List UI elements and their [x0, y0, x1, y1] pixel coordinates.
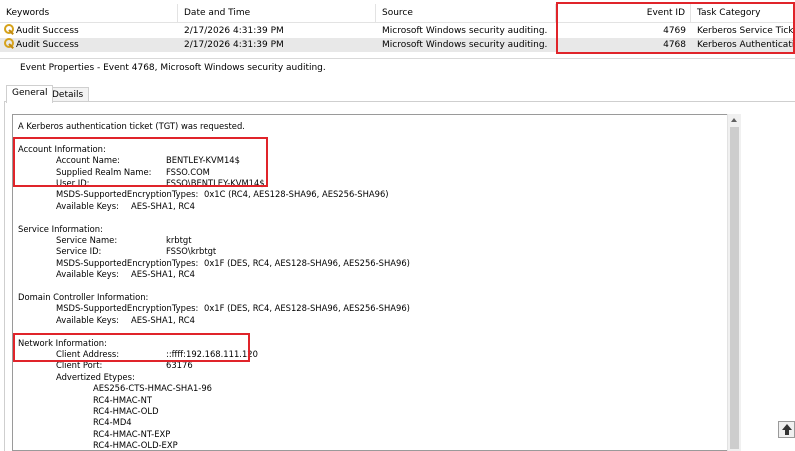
scrollbar-thumb[interactable] [730, 127, 739, 449]
description-label: AES256-CTS-HMAC-SHA1-96 [93, 383, 212, 394]
event-list-header: Keywords Date and Time Source Event ID T… [0, 4, 795, 23]
description-label: Advertized Etypes: [56, 371, 135, 382]
description-line: Client Port: 63176 [56, 359, 193, 371]
description-value: FSSO\BENTLEY-KVM14$ [166, 178, 265, 188]
event-row[interactable]: Audit Success 2/17/2026 4:31:39 PM Micro… [0, 24, 795, 38]
description-value: FSSO.COM [166, 166, 210, 177]
description-label: Available Keys: [56, 200, 119, 211]
description-label: RC4-HMAC-OLD [93, 406, 159, 416]
column-header-task-category[interactable]: Task Category [691, 4, 795, 23]
description-line: Available Keys: AES-SHA1, RC4 [56, 200, 195, 212]
description-value: 0x1F (DES, RC4, AES128-SHA96, AES256-SHA… [204, 303, 410, 314]
arrow-up-icon[interactable] [728, 114, 741, 126]
description-label: MSDS-SupportedEncryptionTypes: [56, 189, 199, 200]
task-category-cell: Kerberos Authenticatio [697, 40, 795, 50]
description-label: Client Address: [56, 349, 120, 359]
description-line: RC4-HMAC-OLD-EXP [93, 439, 178, 451]
description-value: ::ffff:192.168.111.120 [166, 349, 258, 359]
description-line: Account Information: [18, 143, 106, 155]
column-header-keywords[interactable]: Keywords [0, 4, 178, 23]
description-label: Domain Controller Information: [18, 292, 149, 302]
description-label: Available Keys: [56, 269, 119, 280]
description-line: Available Keys: AES-SHA1, RC4 [56, 268, 195, 280]
description-line: RC4-MD4 [93, 416, 132, 428]
description-value: AES-SHA1, RC4 [131, 314, 195, 325]
description-label: Client Port: [56, 360, 103, 371]
description-line: MSDS-SupportedEncryptionTypes: 0x1C (RC4,… [56, 188, 389, 200]
description-value: AES-SHA1, RC4 [131, 200, 195, 211]
description-line: RC4-HMAC-OLD [93, 405, 159, 417]
event-row-selected[interactable]: Audit Success 2/17/2026 4:31:39 PM Micro… [0, 38, 795, 52]
description-label: Account Information: [18, 143, 106, 154]
event-description-box[interactable]: A Kerberos authentication ticket (TGT) w… [12, 114, 741, 451]
description-line: AES256-CTS-HMAC-SHA1-96 [93, 382, 212, 394]
date-time-cell: 2/17/2026 4:31:39 PM [184, 26, 284, 36]
description-label: MSDS-SupportedEncryptionTypes: [56, 303, 199, 314]
key-icon [4, 38, 14, 48]
description-line: Domain Controller Information: [18, 291, 148, 303]
properties-window-title: Event Properties - Event 4768, Microsoft… [0, 58, 795, 76]
description-label: Service Name: [56, 235, 118, 245]
description-value: 63176 [166, 360, 193, 371]
tab-bar: General Details [0, 82, 795, 103]
description-label: Supplied Realm Name: [56, 166, 152, 177]
source-cell: Microsoft Windows security auditing. [382, 26, 548, 36]
description-value: FSSO\krbtgt [166, 246, 217, 257]
description-line: Client Address:::ffff:192.168.111.120 [56, 348, 258, 360]
description-label: Service Information: [18, 223, 103, 234]
description-line: Service Information: [18, 223, 103, 235]
description-line: RC4-HMAC-NT [93, 394, 152, 406]
description-line: Supplied Realm Name: FSSO.COM [56, 166, 210, 178]
description-line: Advertized Etypes: [56, 371, 135, 383]
description-value: krbtgt [166, 235, 192, 245]
description-line: A Kerberos authentication ticket (TGT) w… [18, 120, 245, 132]
task-category-cell: Kerberos Service Ticke [697, 26, 795, 36]
source-cell: Microsoft Windows security auditing. [382, 40, 548, 50]
description-line: Service ID: FSSO\krbtgt [56, 245, 216, 257]
description-line: MSDS-SupportedEncryptionTypes: 0x1F (DES,… [56, 302, 410, 314]
description-value: BENTLEY-KVM14$ [166, 155, 240, 166]
keywords-cell: Audit Success [16, 40, 79, 50]
description-label: Account Name: [56, 155, 121, 166]
description-label: Available Keys: [56, 314, 119, 325]
date-time-cell: 2/17/2026 4:31:39 PM [184, 40, 284, 50]
description-label: MSDS-SupportedEncryptionTypes: [56, 257, 199, 268]
description-scrollbar[interactable] [727, 114, 741, 451]
column-header-source[interactable]: Source [376, 4, 556, 23]
scroll-to-top-button[interactable] [778, 421, 795, 438]
description-value: AES-SHA1, RC4 [131, 269, 195, 280]
column-header-event-id[interactable]: Event ID [556, 4, 691, 23]
description-value: 0x1F (DES, RC4, AES128-SHA96, AES256-SHA… [204, 257, 410, 268]
description-line: Account Name: BENTLEY-KVM14$ [56, 154, 240, 166]
description-label: RC4-HMAC-NT-EXP [93, 428, 171, 439]
keywords-cell: Audit Success [16, 26, 79, 36]
description-line: Available Keys: AES-SHA1, RC4 [56, 314, 195, 326]
event-list: Keywords Date and Time Source Event ID T… [0, 0, 795, 56]
column-header-date-time[interactable]: Date and Time [178, 4, 376, 23]
description-label: Service ID: [56, 246, 102, 257]
description-line: MSDS-SupportedEncryptionTypes: 0x1F (DES,… [56, 257, 410, 269]
event-id-cell: 4769 [663, 26, 686, 36]
event-id-cell: 4768 [663, 40, 686, 50]
description-label: RC4-MD4 [93, 417, 132, 428]
description-label: A Kerberos authentication ticket (TGT) w… [18, 121, 245, 131]
description-value: 0x1C (RC4, AES128-SHA96, AES256-SHA96) [204, 189, 389, 200]
key-icon [4, 24, 14, 34]
description-line: Network Information: [18, 337, 107, 349]
description-line: Service Name: krbtgt [56, 234, 192, 246]
description-label: RC4-HMAC-NT [93, 394, 152, 405]
description-label: Network Information: [18, 337, 107, 348]
tab-general[interactable]: General [6, 85, 54, 103]
description-line: User ID: FSSO\BENTLEY-KVM14$ [56, 177, 265, 189]
description-line: RC4-HMAC-NT-EXP [93, 428, 170, 440]
description-label: User ID: [56, 178, 90, 188]
description-label: RC4-HMAC-OLD-EXP [93, 440, 178, 451]
